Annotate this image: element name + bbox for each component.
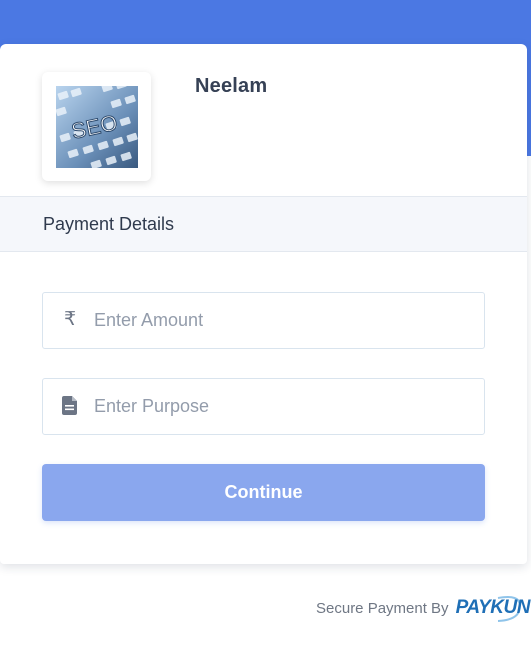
paykun-logo: PAYKUN bbox=[454, 592, 530, 624]
paykun-brand: PAYKUN bbox=[455, 597, 531, 618]
footer: Secure Payment By PAYKUN bbox=[316, 592, 530, 624]
purpose-field[interactable] bbox=[42, 378, 485, 435]
payment-details-header: Payment Details bbox=[0, 196, 527, 252]
document-icon bbox=[61, 396, 79, 416]
payment-card: SEO Neelam Payment Details ₹ Continue bbox=[0, 44, 527, 564]
purpose-input[interactable] bbox=[94, 379, 474, 434]
merchant-logo-container: SEO bbox=[42, 72, 151, 181]
merchant-logo: SEO bbox=[56, 86, 138, 168]
merchant-name: Neelam bbox=[195, 75, 268, 97]
section-title: Payment Details bbox=[43, 214, 175, 234]
continue-button[interactable]: Continue bbox=[42, 464, 485, 521]
rupee-icon: ₹ bbox=[63, 309, 77, 330]
secure-payment-text: Secure Payment By bbox=[316, 599, 449, 617]
amount-input[interactable] bbox=[94, 293, 474, 348]
amount-field[interactable]: ₹ bbox=[42, 292, 485, 349]
